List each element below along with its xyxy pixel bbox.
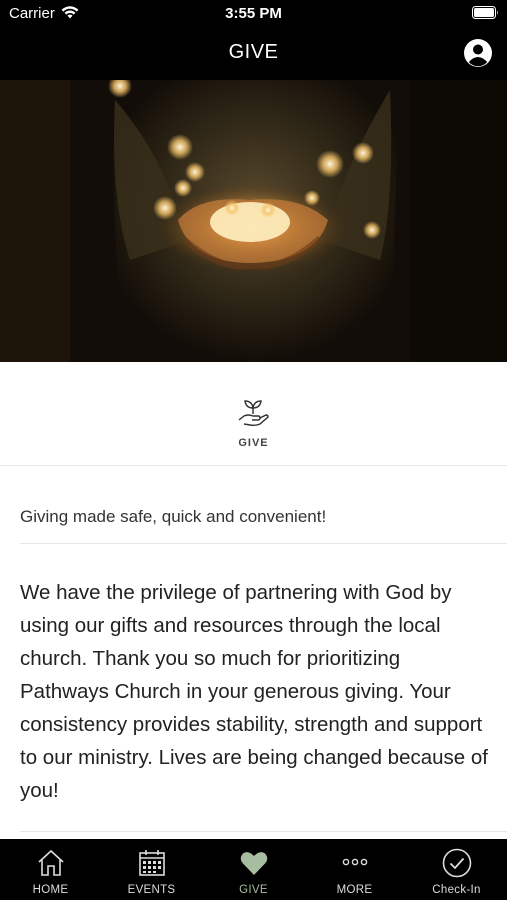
tab-events[interactable]: EVENTS bbox=[101, 839, 202, 900]
hand-sprout-icon bbox=[236, 398, 270, 433]
more-dots-icon bbox=[342, 858, 367, 866]
hero-image bbox=[0, 80, 507, 362]
user-icon bbox=[464, 39, 492, 67]
give-description: We have the privilege of partnering with… bbox=[20, 581, 488, 802]
top-bar: Carrier 3:55 PM GIVE bbox=[0, 0, 507, 80]
battery-icon bbox=[472, 6, 499, 24]
tab-bar: HOME EVENTS GIVE MORE Check-In bbox=[0, 839, 507, 900]
section-label: GIVE bbox=[238, 437, 269, 449]
tab-more-label: MORE bbox=[336, 884, 373, 896]
status-bar: Carrier 3:55 PM bbox=[0, 0, 507, 28]
tab-check-in-label: Check-In bbox=[432, 884, 481, 896]
tab-events-label: EVENTS bbox=[127, 884, 176, 896]
tab-give-label: GIVE bbox=[239, 884, 268, 896]
tab-give[interactable]: GIVE bbox=[203, 839, 304, 900]
profile-button[interactable] bbox=[463, 38, 493, 68]
tab-home-label: HOME bbox=[32, 884, 69, 896]
heart-icon bbox=[240, 852, 267, 875]
give-subtitle: Giving made safe, quick and convenient! bbox=[20, 507, 327, 526]
checkmark-circle-icon bbox=[442, 848, 471, 878]
tab-more[interactable]: MORE bbox=[304, 839, 405, 900]
divider bbox=[20, 543, 507, 544]
home-icon bbox=[37, 849, 64, 876]
clock: 3:55 PM bbox=[225, 5, 282, 22]
page-title: GIVE bbox=[228, 41, 279, 63]
tab-check-in[interactable]: Check-In bbox=[406, 839, 507, 900]
calendar-icon bbox=[138, 850, 165, 876]
divider bbox=[20, 831, 507, 832]
give-section-header: GIVE bbox=[0, 362, 507, 466]
tab-home[interactable]: HOME bbox=[0, 839, 101, 900]
